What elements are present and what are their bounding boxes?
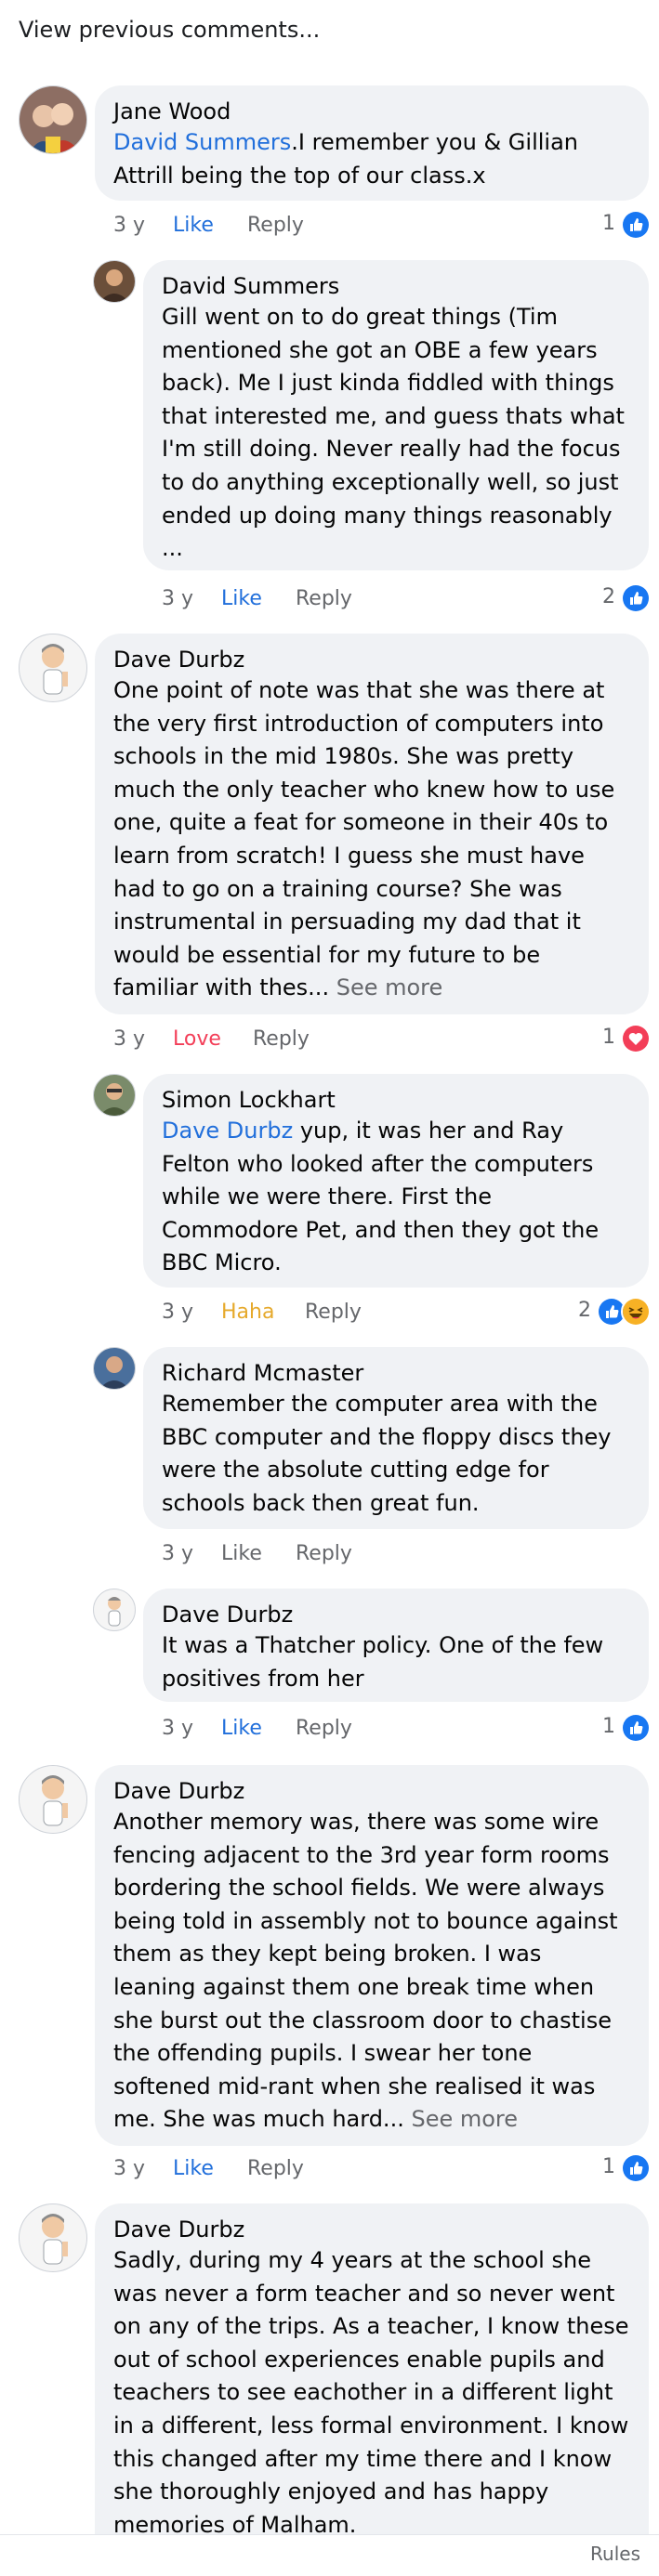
reply-button[interactable]: Reply [253, 1024, 310, 1055]
comment-text: Remember the computer area with the BBC … [162, 1391, 612, 1516]
comment-time[interactable]: 3 y [162, 1297, 193, 1328]
comment-actions: 3 y Haha Reply [162, 1297, 534, 1328]
avatar[interactable] [93, 1347, 136, 1390]
comment-time[interactable]: 3 y [162, 583, 193, 615]
comment-author[interactable]: Dave Durbz [113, 645, 630, 674]
like-button[interactable]: Like [221, 1713, 262, 1745]
love-button[interactable]: Love [173, 1024, 221, 1055]
like-button[interactable]: Like [221, 1538, 262, 1570]
comment-time[interactable]: 3 y [113, 210, 145, 242]
comment-author[interactable]: David Summers [162, 271, 630, 301]
love-icon [621, 1024, 651, 1053]
rules-link[interactable]: Rules [590, 2543, 640, 2565]
avatar[interactable] [19, 1765, 87, 1834]
reply-button[interactable]: Reply [247, 210, 304, 242]
comment-bubble: David Summers Gill went on to do great t… [143, 260, 649, 570]
comment-time[interactable]: 3 y [162, 1713, 193, 1745]
comment-actions: 3 y Love Reply [113, 1024, 485, 1055]
reaction-count: 1 [602, 1026, 615, 1049]
reply-button[interactable]: Reply [247, 2153, 304, 2185]
haha-icon [621, 1297, 651, 1327]
comment-text: David Summers.I remember you & Gillian A… [113, 129, 578, 189]
comment-text: Gill went on to do great things (Tim men… [162, 304, 625, 562]
view-previous-comments-link[interactable]: View previous comments... [19, 17, 320, 43]
reaction-summary[interactable]: 2 [578, 1297, 656, 1328]
comment-text: Another memory was, there was some wire … [113, 1809, 618, 2133]
comment-bubble: Dave Durbz Sadly, during my 4 years at t… [95, 2203, 649, 2575]
comment-actions: 3 y Like Reply [113, 2153, 485, 2185]
comment-bubble: Simon Lockhart Dave Durbz yup, it was he… [143, 1074, 649, 1288]
comment-author[interactable]: Simon Lockhart [162, 1085, 630, 1115]
comment-author[interactable]: Dave Durbz [113, 1776, 630, 1806]
comment-time[interactable]: 3 y [113, 2153, 145, 2185]
reply-button[interactable]: Reply [305, 1297, 362, 1328]
like-icon [621, 2153, 651, 2183]
comment-text: Sadly, during my 4 years at the school s… [113, 2247, 629, 2538]
comment-bubble: Dave Durbz Another memory was, there was… [95, 1765, 649, 2146]
avatar[interactable] [93, 1589, 136, 1631]
reaction-summary[interactable]: 1 [602, 1024, 654, 1055]
comment-bubble: Jane Wood David Summers.I remember you &… [95, 85, 649, 201]
comment-bubble: Richard Mcmaster Remember the computer a… [143, 1347, 649, 1529]
avatar[interactable] [19, 2203, 87, 2272]
comment-time[interactable]: 3 y [162, 1538, 193, 1570]
comment-text: Dave Durbz yup, it was her and Ray Felto… [162, 1118, 600, 1276]
comment-actions: 3 y Like Reply [162, 1713, 534, 1745]
bottom-bar: Rules [0, 2534, 659, 2576]
reply-button[interactable]: Reply [296, 1538, 352, 1570]
comment-author[interactable]: Dave Durbz [162, 1600, 630, 1629]
see-more-link[interactable]: See more [336, 974, 443, 1000]
reaction-count: 1 [602, 212, 615, 235]
avatar[interactable] [93, 1074, 136, 1117]
comment-time[interactable]: 3 y [113, 1024, 145, 1055]
reaction-summary[interactable]: 1 [602, 1713, 654, 1745]
like-icon [621, 583, 651, 613]
avatar[interactable] [19, 634, 87, 702]
like-icon [621, 210, 651, 240]
comment-actions: 3 y Like Reply [162, 583, 534, 615]
haha-button[interactable]: Haha [221, 1297, 274, 1328]
reaction-summary[interactable]: 2 [602, 583, 654, 615]
mention-link[interactable]: Dave Durbz [162, 1118, 293, 1144]
comment-text: It was a Thatcher policy. One of the few… [162, 1632, 604, 1692]
comment-actions: 3 y Like Reply [113, 210, 485, 242]
comment-bubble: Dave Durbz It was a Thatcher policy. One… [143, 1589, 649, 1702]
like-button[interactable]: Like [173, 2153, 214, 2185]
comment-text: One point of note was that she was there… [113, 677, 615, 1001]
reaction-count: 1 [602, 1715, 615, 1738]
mention-link[interactable]: David Summers [113, 129, 291, 155]
see-more-link[interactable]: See more [411, 2106, 518, 2132]
reaction-summary[interactable]: 1 [602, 210, 654, 242]
like-button[interactable]: Like [173, 210, 214, 242]
comment-author[interactable]: Dave Durbz [113, 2215, 630, 2244]
reaction-summary[interactable]: 1 [602, 2153, 654, 2185]
reaction-count: 1 [602, 2155, 615, 2178]
reaction-count: 2 [578, 1299, 591, 1322]
comment-author[interactable]: Jane Wood [113, 97, 630, 126]
comment-bubble: Dave Durbz One point of note was that sh… [95, 634, 649, 1014]
like-icon [621, 1713, 651, 1743]
like-button[interactable]: Like [221, 583, 262, 615]
comment-actions: 3 y Like Reply [162, 1538, 534, 1570]
avatar[interactable] [19, 85, 87, 154]
avatar[interactable] [93, 260, 136, 303]
reply-button[interactable]: Reply [296, 583, 352, 615]
reply-button[interactable]: Reply [296, 1713, 352, 1745]
comment-author[interactable]: Richard Mcmaster [162, 1358, 630, 1388]
reaction-count: 2 [602, 585, 615, 608]
